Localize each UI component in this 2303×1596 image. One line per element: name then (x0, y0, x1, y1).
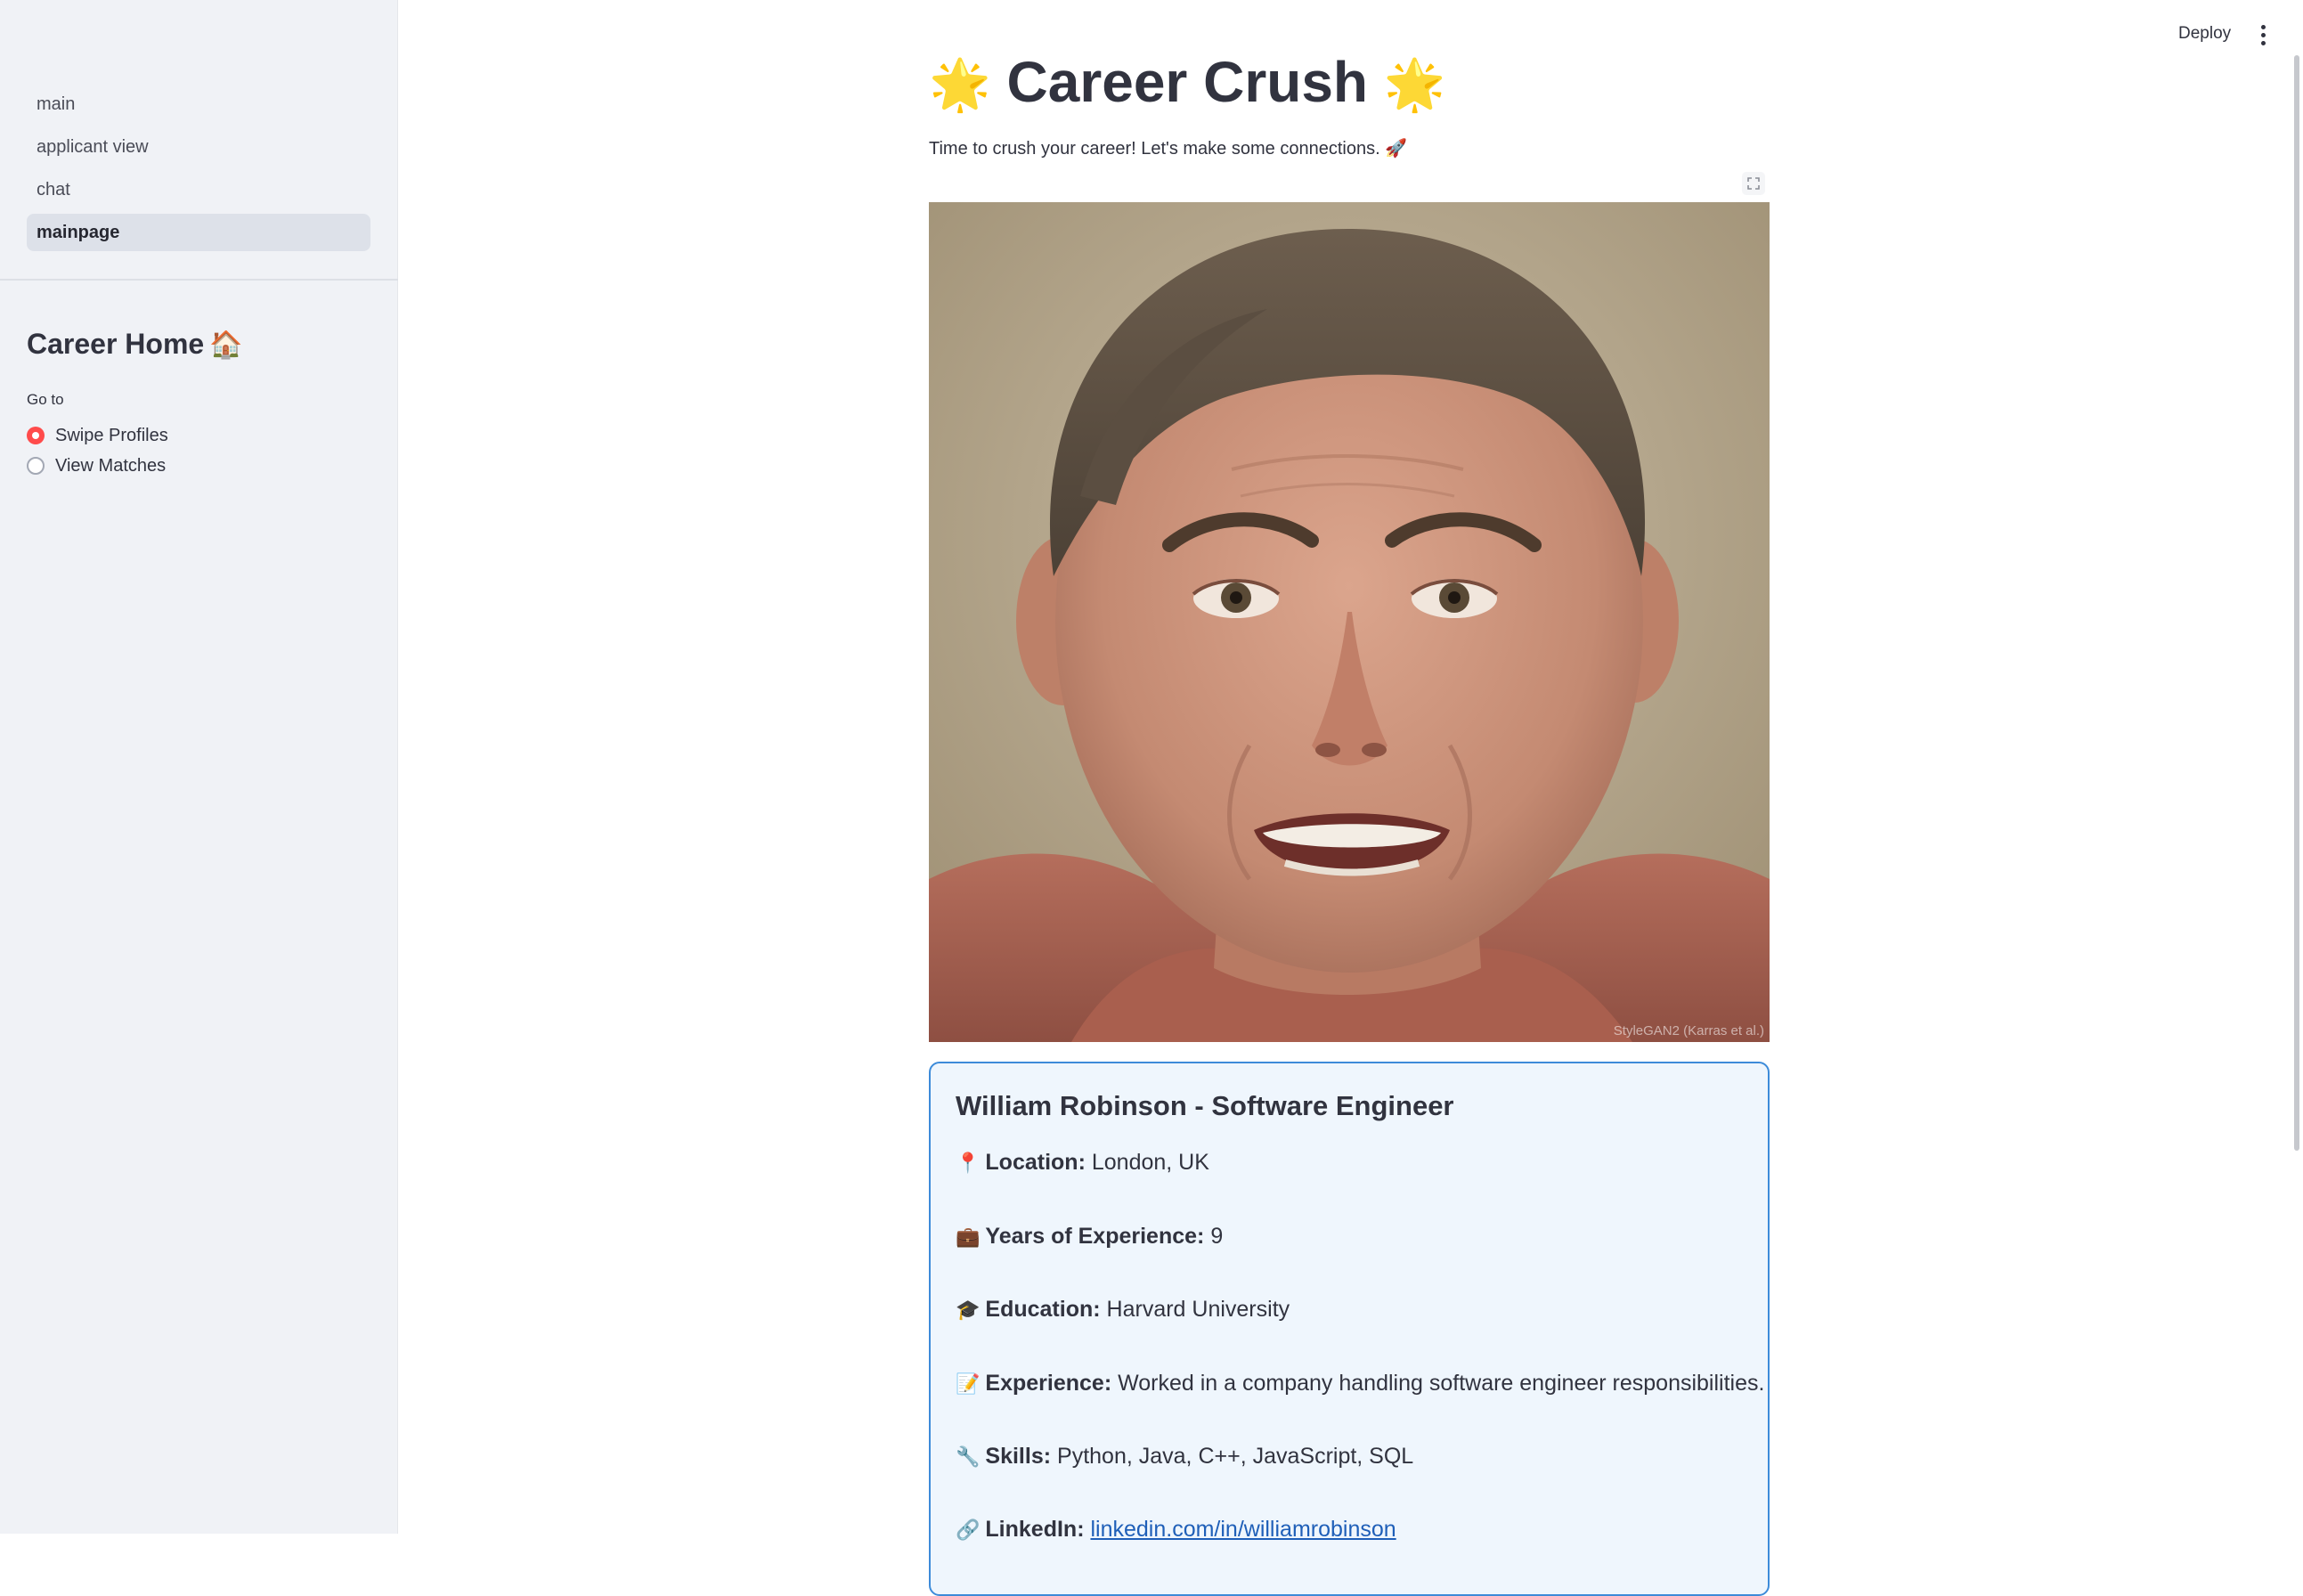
years-label: Years of Experience: (985, 1224, 1205, 1249)
linkedin-label: LinkedIn: (985, 1517, 1085, 1542)
profile-name-title: William Robinson - Software Engineer (956, 1090, 1454, 1121)
radio-unchecked-icon[interactable] (27, 457, 45, 475)
page-title-text: Career Crush (1006, 50, 1369, 114)
education-label: Education: (985, 1297, 1101, 1322)
experience-label: Experience: (985, 1371, 1112, 1396)
field-years: 💼 Years of Experience: 9 (956, 1220, 1223, 1252)
radio-label-swipe-profiles: Swipe Profiles (55, 425, 168, 445)
profile-card: William Robinson - Software Engineer 📍 Lo… (929, 1062, 1770, 1596)
page-subtitle: Time to crush your career! Let's make so… (929, 139, 1408, 159)
location-value: London, UK (1091, 1150, 1209, 1175)
experience-value: Worked in a company handling software en… (1118, 1371, 1765, 1396)
goto-label: Go to (27, 391, 64, 408)
linkedin-link[interactable]: linkedin.com/in/williamrobinson (1090, 1517, 1396, 1542)
more-vertical-icon[interactable] (2250, 21, 2276, 48)
skills-label: Skills: (985, 1444, 1052, 1469)
location-label: Location: (985, 1150, 1086, 1175)
years-value: 9 (1210, 1224, 1224, 1249)
profile-photo: StyleGAN2 (Karras et al.) (929, 202, 1770, 1042)
house-icon: 🏠 (209, 330, 243, 360)
nav-item-applicant-view[interactable]: applicant view (27, 128, 370, 166)
page-title: 🌟 Career Crush 🌟 (929, 46, 1446, 118)
nav-item-mainpage[interactable]: mainpage (27, 214, 370, 251)
memo-icon: 📝 (956, 1372, 981, 1395)
star-icon: 🌟 (929, 56, 991, 112)
radio-swipe-profiles[interactable]: Swipe Profiles (27, 422, 168, 449)
field-location: 📍 Location: London, UK (956, 1146, 1209, 1178)
radio-label-view-matches: View Matches (55, 455, 167, 476)
field-linkedin: 🔗 LinkedIn: linkedin.com/in/williamrobins… (956, 1513, 1396, 1545)
link-icon: 🔗 (956, 1519, 981, 1541)
briefcase-icon: 💼 (956, 1226, 981, 1248)
sidebar-heading: Career Home 🏠 (27, 328, 243, 361)
radio-checked-icon[interactable] (27, 427, 45, 444)
scrollbar[interactable] (2294, 55, 2299, 1151)
pin-icon: 📍 (956, 1152, 981, 1174)
education-value: Harvard University (1106, 1297, 1290, 1322)
nav-item-chat[interactable]: chat (27, 171, 370, 208)
radio-view-matches[interactable]: View Matches (27, 452, 166, 479)
graduation-cap-icon: 🎓 (956, 1299, 981, 1321)
deploy-button[interactable]: Deploy (2164, 20, 2245, 48)
nav-item-main[interactable]: main (27, 86, 370, 123)
sidebar-divider (0, 279, 398, 281)
sidebar-nav: main applicant view chat mainpage (27, 86, 370, 256)
photo-credit: StyleGAN2 (Karras et al.) (1613, 1023, 1764, 1038)
field-experience: 📝 Experience: Worked in a company handlin… (956, 1367, 1764, 1399)
skills-value: Python, Java, C++, JavaScript, SQL (1057, 1444, 1414, 1469)
wrench-icon: 🔧 (956, 1445, 981, 1468)
sidebar: main applicant view chat mainpage Career… (0, 0, 398, 1534)
field-education: 🎓 Education: Harvard University (956, 1293, 1290, 1325)
sidebar-heading-text: Career Home (27, 328, 205, 360)
field-skills: 🔧 Skills: Python, Java, C++, JavaScript, … (956, 1440, 1413, 1472)
star-icon: 🌟 (1383, 56, 1446, 112)
fullscreen-icon[interactable] (1742, 172, 1765, 195)
